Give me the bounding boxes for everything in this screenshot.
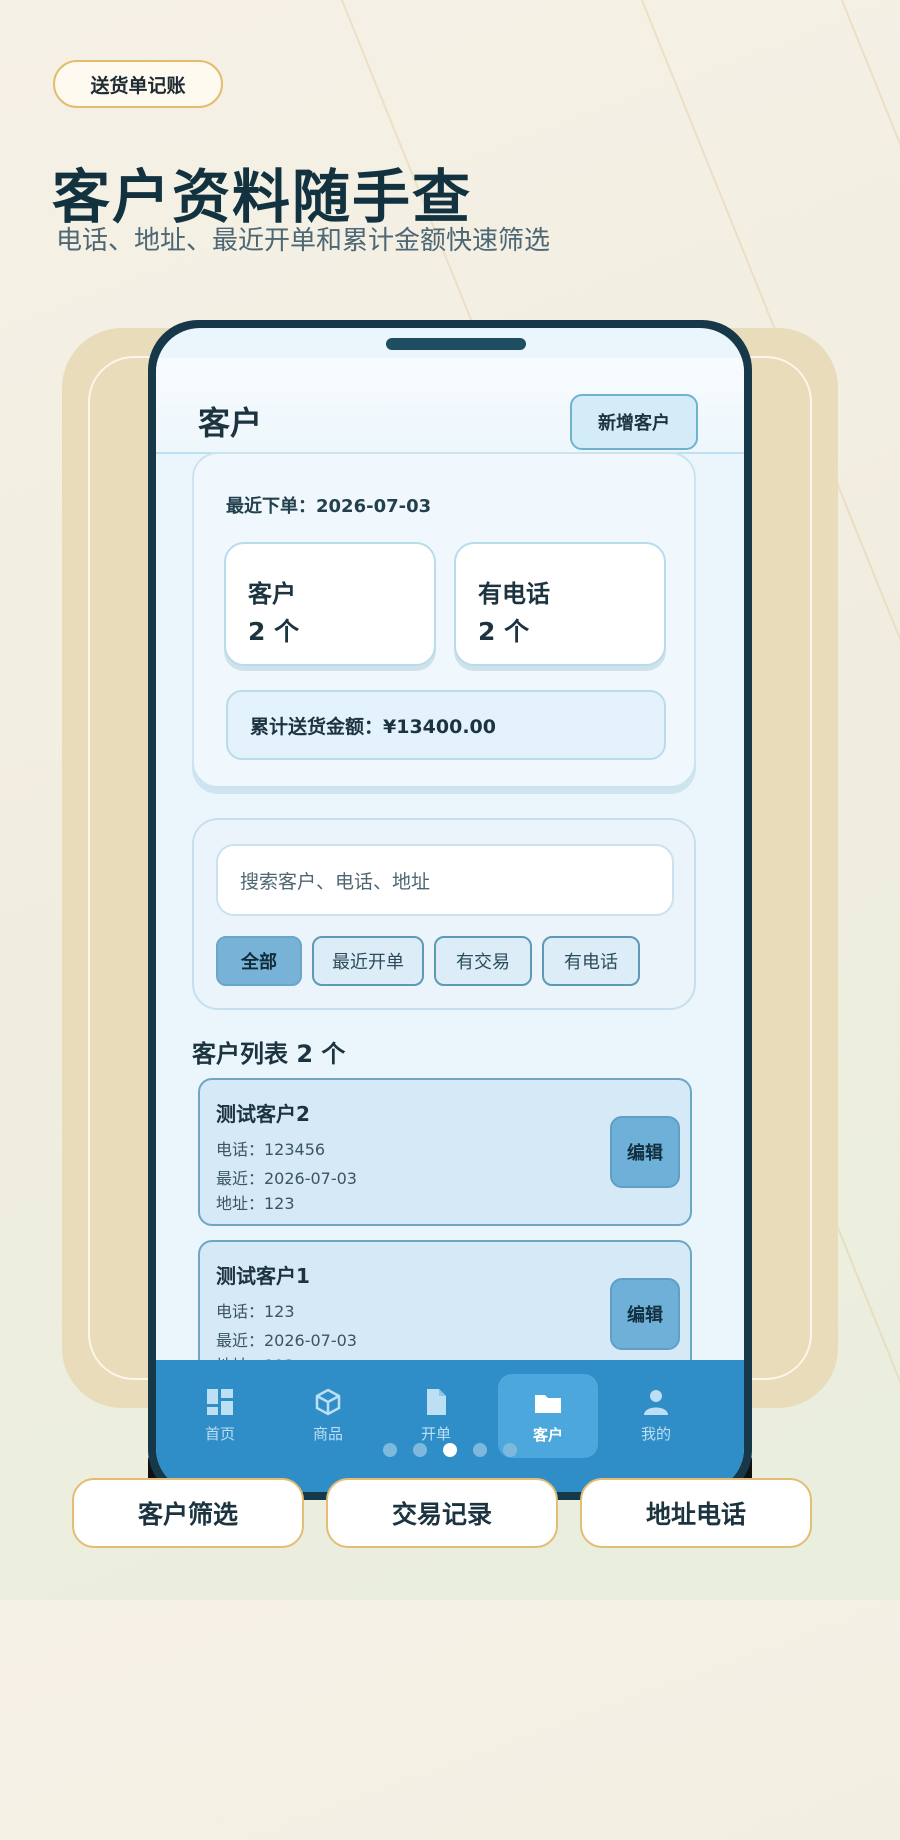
total-amount: 累计送货金额：¥13400.00 bbox=[226, 690, 666, 760]
phone-frame: 客户 新增客户 最近下单：2026-07-03 客户 2 个 有电话 2 个 累… bbox=[148, 320, 752, 1500]
stat-with-phone: 有电话 2 个 bbox=[454, 542, 666, 666]
search-input[interactable]: 搜索客户、电话、地址 bbox=[216, 844, 674, 916]
dashboard-icon bbox=[207, 1388, 233, 1415]
page-dot-active[interactable] bbox=[443, 1443, 457, 1457]
user-icon bbox=[644, 1389, 668, 1415]
bottom-nav: 首页 商品 开单 客户 我的 bbox=[156, 1360, 744, 1492]
customer-recent: 最近：2026-07-03 bbox=[216, 1169, 357, 1188]
document-icon bbox=[427, 1388, 446, 1415]
add-customer-button[interactable]: 新增客户 bbox=[570, 394, 698, 450]
filter-has-transactions[interactable]: 有交易 bbox=[434, 936, 532, 986]
customer-address: 地址：123 bbox=[216, 1194, 295, 1213]
filter-has-phone[interactable]: 有电话 bbox=[542, 936, 640, 986]
stat-value: 2 个 bbox=[248, 617, 300, 646]
filter-card: 搜索客户、电话、地址 全部 最近开单 有交易 有电话 bbox=[192, 818, 696, 1010]
customer-phone: 电话：123456 bbox=[216, 1140, 326, 1159]
promo-tag: 送货单记账 bbox=[53, 60, 223, 108]
edit-button[interactable]: 编辑 bbox=[610, 1278, 680, 1350]
stat-value: 2 个 bbox=[478, 617, 530, 646]
filter-all[interactable]: 全部 bbox=[216, 936, 302, 986]
feature-pill: 客户筛选 bbox=[72, 1478, 304, 1548]
customer-list-title: 客户列表 2 个 bbox=[192, 1040, 346, 1068]
stat-customers: 客户 2 个 bbox=[224, 542, 436, 666]
customer-phone: 电话：123 bbox=[216, 1302, 295, 1321]
stat-label: 客户 bbox=[248, 580, 296, 608]
page-dot[interactable] bbox=[473, 1443, 487, 1457]
recent-order-date: 最近下单：2026-07-03 bbox=[226, 496, 432, 517]
page-dot[interactable] bbox=[503, 1443, 517, 1457]
page-dot[interactable] bbox=[383, 1443, 397, 1457]
summary-card: 最近下单：2026-07-03 客户 2 个 有电话 2 个 累计送货金额：¥1… bbox=[192, 452, 696, 788]
customer-recent: 最近：2026-07-03 bbox=[216, 1331, 357, 1350]
filter-recent[interactable]: 最近开单 bbox=[312, 936, 424, 986]
feature-pill: 地址电话 bbox=[580, 1478, 812, 1548]
customer-name: 测试客户2 bbox=[216, 1102, 310, 1126]
customer-name: 测试客户1 bbox=[216, 1264, 310, 1288]
page-indicator bbox=[156, 1440, 744, 1460]
app-screen: 客户 新增客户 最近下单：2026-07-03 客户 2 个 有电话 2 个 累… bbox=[156, 328, 744, 1492]
box-icon bbox=[315, 1388, 341, 1415]
folder-icon bbox=[535, 1394, 561, 1413]
promo-subline: 电话、地址、最近开单和累计金额快速筛选 bbox=[56, 226, 551, 256]
edit-button[interactable]: 编辑 bbox=[610, 1116, 680, 1188]
feature-pill: 交易记录 bbox=[326, 1478, 558, 1548]
app-header: 客户 新增客户 bbox=[156, 358, 744, 454]
phone-notch bbox=[386, 338, 526, 350]
stat-label: 有电话 bbox=[478, 580, 550, 608]
page-title: 客户 bbox=[198, 404, 263, 442]
customer-row[interactable]: 测试客户2 电话：123456 最近：2026-07-03 地址：123 编辑 bbox=[198, 1078, 692, 1226]
page-dot[interactable] bbox=[413, 1443, 427, 1457]
